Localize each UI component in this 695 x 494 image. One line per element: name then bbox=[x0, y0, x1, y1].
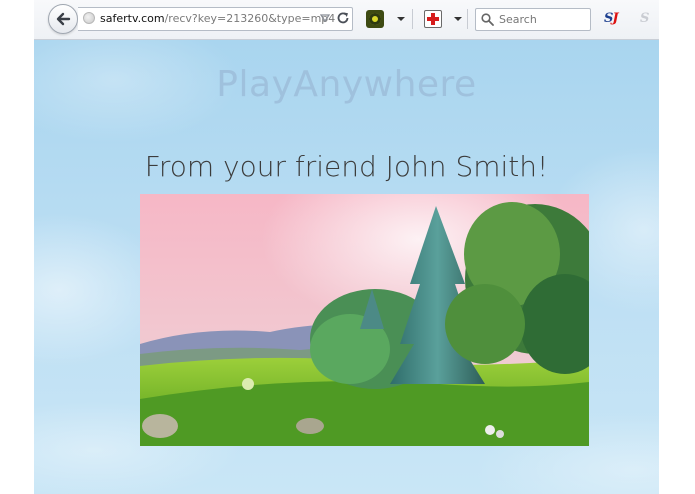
first-aid-extension-icon[interactable] bbox=[424, 10, 442, 28]
page-content: PlayAnywhere From your friend John Smith… bbox=[34, 40, 659, 494]
friend-message: From your friend John Smith! bbox=[144, 150, 549, 183]
url-bar[interactable]: safertv.com/recv?key=213260&type=mp4 bbox=[78, 7, 353, 31]
toolbar-separator bbox=[412, 9, 413, 29]
back-button[interactable] bbox=[48, 4, 78, 34]
browser-toolbar: safertv.com/recv?key=213260&type=mp4 Sea… bbox=[34, 0, 659, 40]
magnifier-icon bbox=[481, 13, 494, 26]
video-player[interactable] bbox=[140, 194, 589, 446]
ext1-dropdown-icon[interactable] bbox=[397, 17, 405, 21]
s-logo-extension-icon[interactable]: SJ bbox=[604, 11, 619, 26]
search-input[interactable]: Search bbox=[475, 8, 591, 31]
url-domain: safertv.com bbox=[100, 12, 165, 25]
dropdown-triangle-icon[interactable] bbox=[320, 13, 330, 23]
ext2-dropdown-icon[interactable] bbox=[454, 17, 462, 21]
video-frame bbox=[140, 194, 589, 446]
url-text[interactable]: safertv.com/recv?key=213260&type=mp4 bbox=[100, 12, 335, 25]
reload-icon[interactable] bbox=[336, 11, 350, 25]
s-logo-disabled-icon[interactable]: S bbox=[640, 11, 649, 26]
camera-extension-icon[interactable] bbox=[366, 10, 384, 28]
search-placeholder: Search bbox=[499, 13, 537, 26]
toolbar-separator bbox=[467, 9, 468, 29]
back-arrow-icon bbox=[56, 12, 71, 26]
url-path: /recv?key=213260&type=mp4 bbox=[164, 12, 336, 25]
app-title: PlayAnywhere bbox=[216, 64, 477, 105]
globe-icon bbox=[83, 12, 95, 24]
